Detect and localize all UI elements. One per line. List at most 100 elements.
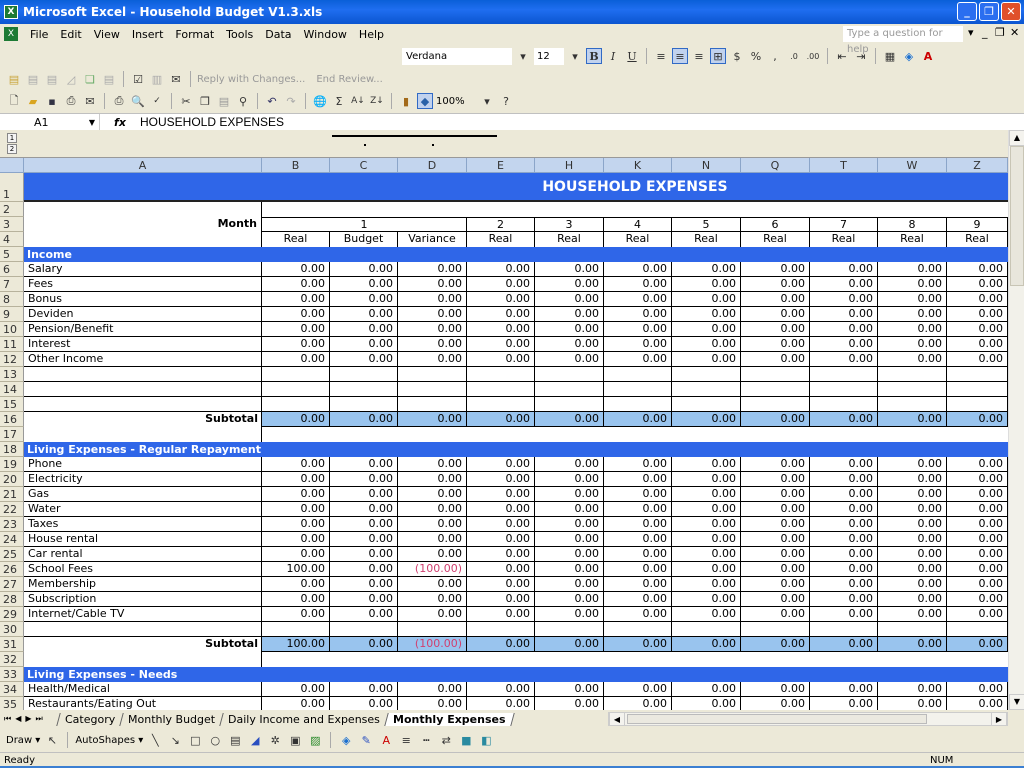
row-header[interactable]: 13 — [0, 367, 24, 382]
value-cell[interactable] — [398, 622, 467, 637]
value-cell[interactable]: 0.00 — [878, 472, 947, 487]
value-cell[interactable]: 0.00 — [398, 472, 467, 487]
value-cell[interactable] — [604, 382, 672, 397]
sheet-tab-daily-income-expenses[interactable]: Daily Income and Expenses — [219, 712, 389, 726]
value-cell[interactable]: 0.00 — [741, 607, 810, 622]
value-cell[interactable] — [398, 382, 467, 397]
value-cell[interactable] — [878, 367, 947, 382]
value-cell[interactable]: 0.00 — [810, 352, 878, 367]
value-cell[interactable]: 0.00 — [262, 502, 330, 517]
row-header[interactable]: 8 — [0, 292, 24, 307]
column-header-z[interactable]: Z — [947, 158, 1008, 173]
autoshapes-menu-button[interactable]: AutoShapes ▾ — [75, 735, 143, 746]
value-cell[interactable]: 0.00 — [878, 352, 947, 367]
rectangle-icon[interactable]: □ — [187, 732, 203, 748]
line-icon[interactable]: ╲ — [147, 732, 163, 748]
value-cell[interactable]: 0.00 — [262, 487, 330, 502]
font-dropdown-icon[interactable]: ▾ — [515, 48, 531, 64]
subtotal-cell[interactable]: 0.00 — [878, 637, 947, 652]
row-label[interactable]: Gas — [24, 487, 262, 502]
value-cell[interactable] — [330, 382, 398, 397]
value-cell[interactable]: 0.00 — [467, 352, 535, 367]
value-cell[interactable]: 0.00 — [330, 697, 398, 710]
value-cell[interactable] — [535, 397, 604, 412]
row-header[interactable]: 32 — [0, 652, 24, 667]
value-cell[interactable]: 0.00 — [810, 262, 878, 277]
copy-icon[interactable]: ❐ — [197, 93, 213, 109]
value-cell[interactable]: 0.00 — [535, 607, 604, 622]
column-header-e[interactable]: E — [467, 158, 535, 173]
value-cell[interactable]: 0.00 — [535, 307, 604, 322]
value-cell[interactable]: 0.00 — [878, 337, 947, 352]
value-cell[interactable]: 0.00 — [535, 337, 604, 352]
value-cell[interactable]: 0.00 — [467, 502, 535, 517]
row-label[interactable]: School Fees — [24, 562, 262, 577]
value-cell[interactable]: 0.00 — [262, 307, 330, 322]
row-header[interactable]: 18 — [0, 442, 24, 457]
value-cell[interactable]: 0.00 — [672, 547, 741, 562]
value-cell[interactable]: 0.00 — [741, 517, 810, 532]
font-size-select[interactable]: 12 — [534, 47, 564, 65]
comma-button[interactable]: , — [767, 48, 783, 64]
row-header[interactable]: 23 — [0, 517, 24, 532]
prev-sheet-icon[interactable]: ◀ — [15, 714, 21, 724]
value-cell[interactable]: 0.00 — [467, 277, 535, 292]
row-label[interactable] — [24, 367, 262, 382]
row-header[interactable]: 7 — [0, 277, 24, 292]
hyperlink-icon[interactable]: 🌐 — [312, 93, 328, 109]
undo-icon[interactable]: ↶ — [264, 93, 280, 109]
row-header[interactable]: 4 — [0, 232, 24, 247]
value-cell[interactable]: 0.00 — [330, 337, 398, 352]
column-header-a[interactable]: A — [24, 158, 262, 173]
merge-center-button[interactable]: ⊞ — [710, 48, 726, 64]
align-center-button[interactable]: ≡ — [672, 48, 688, 64]
value-cell[interactable]: 0.00 — [672, 517, 741, 532]
decrease-decimal-button[interactable]: .00 — [805, 48, 821, 64]
scroll-right-button[interactable]: ▶ — [991, 712, 1007, 726]
doc-minimize-button[interactable]: _ — [982, 26, 988, 39]
row-header[interactable]: 19 — [0, 457, 24, 472]
value-cell[interactable] — [262, 622, 330, 637]
track-changes-icon[interactable]: ☑ — [130, 71, 146, 87]
value-cell[interactable]: 0.00 — [741, 697, 810, 710]
subtotal-cell[interactable]: 0.00 — [330, 412, 398, 427]
menu-data[interactable]: Data — [259, 28, 297, 41]
value-cell[interactable]: 0.00 — [330, 502, 398, 517]
value-cell[interactable]: 0.00 — [467, 562, 535, 577]
value-cell[interactable]: 0.00 — [878, 607, 947, 622]
value-cell[interactable]: 0.00 — [398, 697, 467, 710]
value-cell[interactable]: 0.00 — [741, 577, 810, 592]
row-label[interactable]: Salary — [24, 262, 262, 277]
subtotal-cell[interactable]: 0.00 — [467, 637, 535, 652]
picture-icon[interactable]: ▨ — [307, 732, 323, 748]
value-cell[interactable] — [604, 397, 672, 412]
row-label[interactable]: Restaurants/Eating Out — [24, 697, 262, 710]
value-cell[interactable]: 0.00 — [672, 607, 741, 622]
value-cell[interactable]: 0.00 — [604, 457, 672, 472]
row-header[interactable]: 30 — [0, 622, 24, 637]
prev-comment-icon[interactable]: ▤ — [25, 71, 41, 87]
column-header-n[interactable]: N — [672, 158, 741, 173]
value-cell[interactable]: 0.00 — [535, 472, 604, 487]
value-cell[interactable]: 0.00 — [810, 517, 878, 532]
value-cell[interactable] — [467, 397, 535, 412]
value-cell[interactable]: 0.00 — [467, 592, 535, 607]
row-label[interactable]: House rental — [24, 532, 262, 547]
row-header[interactable]: 10 — [0, 322, 24, 337]
value-cell[interactable]: 0.00 — [330, 277, 398, 292]
value-cell[interactable]: 0.00 — [535, 562, 604, 577]
value-cell[interactable] — [672, 622, 741, 637]
value-cell[interactable]: 0.00 — [467, 292, 535, 307]
menu-tools[interactable]: Tools — [220, 28, 259, 41]
value-cell[interactable]: 0.00 — [604, 292, 672, 307]
percent-button[interactable]: % — [748, 48, 764, 64]
draw-menu-button[interactable]: Draw ▾ — [6, 735, 40, 746]
value-cell[interactable]: 0.00 — [810, 307, 878, 322]
value-cell[interactable]: 0.00 — [535, 547, 604, 562]
value-cell[interactable]: 0.00 — [878, 532, 947, 547]
value-cell[interactable]: 0.00 — [947, 277, 1008, 292]
value-cell[interactable]: 0.00 — [741, 592, 810, 607]
value-cell[interactable]: 0.00 — [672, 457, 741, 472]
value-cell[interactable]: 0.00 — [604, 577, 672, 592]
value-cell[interactable]: 0.00 — [398, 682, 467, 697]
